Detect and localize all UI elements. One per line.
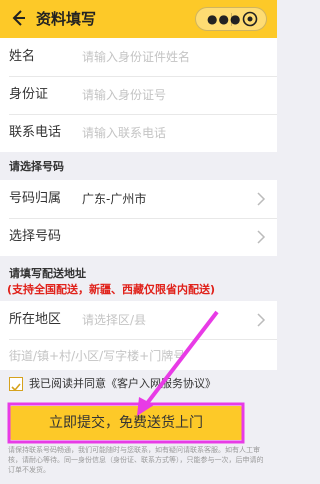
agreement-text[interactable]: 我已阅读并同意《客户入网服务协议》 xyxy=(29,376,216,392)
region-label: 所在地区 xyxy=(9,312,62,327)
page-title: 资料填写 xyxy=(36,10,97,28)
street-row: 街道/镇+村/小区/写字楼+门牌号 xyxy=(0,337,277,375)
phone-input[interactable]: 请输入联系电话 xyxy=(82,114,166,152)
capsule-divider xyxy=(231,13,232,26)
id-label: 身份证 xyxy=(9,87,49,102)
mini-program-capsule: ●●● xyxy=(195,7,267,31)
select-number-label: 选择号码 xyxy=(9,229,62,244)
chevron-right-icon xyxy=(257,230,266,244)
checkmark-icon xyxy=(11,383,21,392)
name-row: 姓名 请输入身份证件姓名 xyxy=(0,38,277,76)
region-row[interactable]: 所在地区 请选择区/县 xyxy=(0,301,277,339)
personal-info-section: 姓名 请输入身份证件姓名 身份证 请输入身份证号 联系电话 请输入联系电话 xyxy=(0,38,277,152)
select-number-row[interactable]: 选择号码 xyxy=(0,218,277,256)
phone-label: 联系电话 xyxy=(9,125,62,140)
id-number-input[interactable]: 请输入身份证号 xyxy=(82,76,166,114)
name-label: 姓名 xyxy=(9,49,36,64)
name-input[interactable]: 请输入身份证件姓名 xyxy=(82,38,190,76)
chevron-right-icon xyxy=(257,313,266,327)
number-location-label: 号码归属 xyxy=(9,191,62,206)
number-location-row[interactable]: 号码归属 广东-广州市 xyxy=(0,180,277,218)
chevron-right-icon xyxy=(257,192,266,206)
target-close-icon[interactable] xyxy=(242,11,258,27)
delivery-notice: (支持全国配送，新疆、西藏仅限省内配送) xyxy=(7,283,216,296)
agreement-checkbox[interactable] xyxy=(9,377,23,392)
phone-row: 联系电话 请输入联系电话 xyxy=(0,114,277,152)
number-section: 号码归属 广东-广州市 选择号码 xyxy=(0,180,277,256)
address-section: 所在地区 请选择区/县 街道/镇+村/小区/写字楼+门牌号 xyxy=(0,301,277,370)
number-location-value[interactable]: 广东-广州市 xyxy=(82,180,146,218)
submit-button[interactable]: 立即提交，免费送货上门 xyxy=(8,406,244,440)
number-section-title: 请选择号码 xyxy=(9,160,64,173)
region-select[interactable]: 请选择区/县 xyxy=(82,301,146,339)
street-address-input[interactable]: 街道/镇+村/小区/写字楼+门牌号 xyxy=(9,337,185,375)
nav-header: 资料填写 ●●● xyxy=(0,0,277,38)
fine-print-text: 请保持联系号码畅通，我们可能随时与您联系，如有疑问请联系客服。如有人工审核，请耐… xyxy=(8,446,264,474)
more-dots-icon[interactable]: ●●● xyxy=(207,12,241,26)
id-row: 身份证 请输入身份证号 xyxy=(0,76,277,114)
back-arrow-icon[interactable] xyxy=(8,8,28,28)
submit-button-label: 立即提交，免费送货上门 xyxy=(49,415,203,431)
address-section-title: 请填写配送地址 xyxy=(9,267,86,280)
